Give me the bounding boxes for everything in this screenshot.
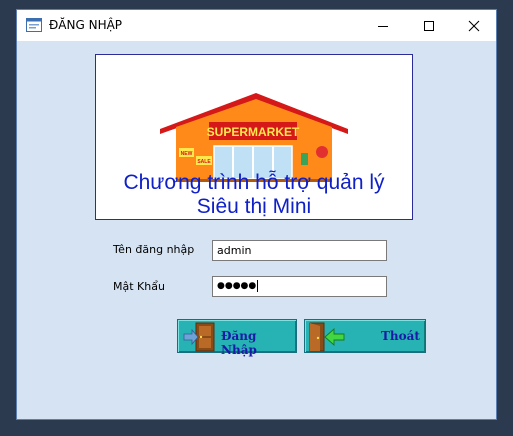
tag-sale: SALE	[197, 159, 211, 165]
banner-title-line1: Chương trình hỗ trợ quản lý	[123, 171, 385, 194]
maximize-icon	[424, 20, 434, 31]
close-button[interactable]	[451, 10, 497, 41]
window-title: ĐĂNG NHẬP	[49, 18, 123, 32]
banner-title-line2: Siêu thị Mini	[196, 195, 312, 218]
tag-new: NEW	[181, 151, 193, 157]
door-exit-icon	[309, 322, 345, 352]
title-bar[interactable]: ĐĂNG NHẬP	[17, 10, 496, 41]
maximize-button[interactable]	[406, 10, 452, 41]
exit-button[interactable]: Thoát	[304, 319, 426, 353]
login-button-label: Đăng Nhập	[221, 329, 257, 357]
supermarket-banner: SUPERMARKET NEW SALE Chương trình hỗ trợ…	[95, 54, 413, 220]
close-icon	[468, 20, 480, 31]
text-cursor	[257, 279, 259, 292]
login-window: ĐĂNG NHẬP SUPERMARKET NEW SALE Chương tr…	[16, 9, 497, 420]
login-button[interactable]: Đăng Nhập	[177, 319, 297, 357]
username-label: Tên đăng nhập	[113, 243, 195, 256]
password-label: Mật Khẩu	[113, 280, 165, 293]
minimize-button[interactable]	[360, 10, 406, 41]
store-sign-text: SUPERMARKET	[207, 125, 300, 139]
exit-button-label: Thoát	[381, 329, 420, 343]
app-window-icon	[26, 18, 42, 32]
username-input[interactable]: admin	[212, 240, 387, 261]
door-enter-icon	[183, 322, 215, 352]
minimize-icon	[378, 25, 388, 27]
password-input[interactable]: ●●●●●	[212, 276, 387, 297]
password-mask: ●●●●●	[217, 281, 257, 291]
